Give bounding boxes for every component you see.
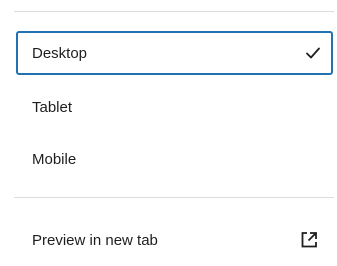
- section-divider: [14, 197, 334, 198]
- external-link-icon: [299, 230, 319, 250]
- top-divider: [14, 11, 334, 12]
- check-icon: [303, 43, 323, 63]
- menu-item-desktop[interactable]: Desktop: [16, 31, 333, 75]
- menu-item-mobile[interactable]: Mobile: [16, 137, 333, 181]
- preview-in-new-tab-button[interactable]: Preview in new tab: [16, 218, 333, 262]
- menu-item-label: Desktop: [32, 44, 88, 62]
- menu-item-tablet[interactable]: Tablet: [16, 85, 333, 129]
- menu-item-label: Mobile: [32, 150, 77, 168]
- preview-label: Preview in new tab: [32, 231, 158, 249]
- menu-item-label: Tablet: [32, 98, 73, 116]
